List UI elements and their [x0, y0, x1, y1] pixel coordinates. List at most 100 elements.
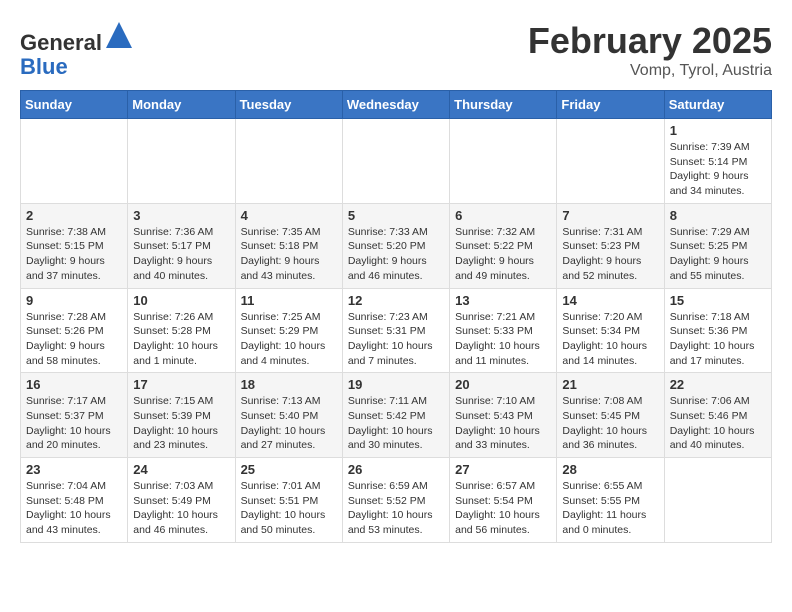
day-info: Sunrise: 7:17 AM Sunset: 5:37 PM Dayligh… — [26, 394, 122, 453]
day-info: Sunrise: 7:33 AM Sunset: 5:20 PM Dayligh… — [348, 225, 444, 284]
location-text: Vomp, Tyrol, Austria — [528, 62, 772, 80]
day-info: Sunrise: 7:11 AM Sunset: 5:42 PM Dayligh… — [348, 394, 444, 453]
calendar-cell — [450, 119, 557, 204]
calendar-cell — [342, 119, 449, 204]
day-info: Sunrise: 7:32 AM Sunset: 5:22 PM Dayligh… — [455, 225, 551, 284]
day-number: 20 — [455, 377, 551, 392]
calendar-cell: 7Sunrise: 7:31 AM Sunset: 5:23 PM Daylig… — [557, 203, 664, 288]
day-info: Sunrise: 7:28 AM Sunset: 5:26 PM Dayligh… — [26, 310, 122, 369]
calendar-cell — [557, 119, 664, 204]
month-title: February 2025 — [528, 20, 772, 62]
calendar-cell: 23 Sunrise: 7:04 AM Sunset: 5:48 PM Dayli… — [21, 458, 128, 543]
day-number: 27 — [455, 462, 551, 477]
day-number: 3 — [133, 208, 229, 223]
calendar-cell: 1Sunrise: 7:39 AM Sunset: 5:14 PM Daylig… — [664, 119, 771, 204]
day-number: 22 — [670, 377, 766, 392]
calendar-cell: 5 Sunrise: 7:33 AM Sunset: 5:20 PM Daylig… — [342, 203, 449, 288]
day-number: 12 — [348, 293, 444, 308]
day-number: 2 — [26, 208, 122, 223]
day-number: 23 — [26, 462, 122, 477]
day-number: 17 — [133, 377, 229, 392]
day-number: 8 — [670, 208, 766, 223]
calendar-cell: 18 Sunrise: 7:13 AM Sunset: 5:40 PM Dayli… — [235, 373, 342, 458]
day-number: 28 — [562, 462, 658, 477]
day-info: Sunrise: 7:03 AM Sunset: 5:49 PM Dayligh… — [133, 479, 229, 538]
logo: General Blue — [20, 20, 134, 79]
calendar-cell: 19Sunrise: 7:11 AM Sunset: 5:42 PM Dayli… — [342, 373, 449, 458]
calendar-cell: 2 Sunrise: 7:38 AM Sunset: 5:15 PM Daylig… — [21, 203, 128, 288]
day-info: Sunrise: 7:29 AM Sunset: 5:25 PM Dayligh… — [670, 225, 766, 284]
calendar-week-row: 9 Sunrise: 7:28 AM Sunset: 5:26 PM Daylig… — [21, 288, 772, 373]
calendar-cell: 11 Sunrise: 7:25 AM Sunset: 5:29 PM Dayli… — [235, 288, 342, 373]
day-info: Sunrise: 7:38 AM Sunset: 5:15 PM Dayligh… — [26, 225, 122, 284]
calendar-cell: 20 Sunrise: 7:10 AM Sunset: 5:43 PM Dayli… — [450, 373, 557, 458]
calendar-cell: 14Sunrise: 7:20 AM Sunset: 5:34 PM Dayli… — [557, 288, 664, 373]
title-block: February 2025 Vomp, Tyrol, Austria — [528, 20, 772, 80]
day-info: Sunrise: 7:01 AM Sunset: 5:51 PM Dayligh… — [241, 479, 337, 538]
day-info: Sunrise: 7:18 AM Sunset: 5:36 PM Dayligh… — [670, 310, 766, 369]
page-header: General Blue February 2025 Vomp, Tyrol, … — [20, 20, 772, 80]
day-info: Sunrise: 7:39 AM Sunset: 5:14 PM Dayligh… — [670, 140, 766, 199]
day-number: 26 — [348, 462, 444, 477]
day-number: 5 — [348, 208, 444, 223]
day-number: 13 — [455, 293, 551, 308]
calendar-week-row: 1Sunrise: 7:39 AM Sunset: 5:14 PM Daylig… — [21, 119, 772, 204]
calendar-header-saturday: Saturday — [664, 91, 771, 119]
calendar-header-tuesday: Tuesday — [235, 91, 342, 119]
day-number: 21 — [562, 377, 658, 392]
calendar-header-row: SundayMondayTuesdayWednesdayThursdayFrid… — [21, 91, 772, 119]
calendar-cell: 6 Sunrise: 7:32 AM Sunset: 5:22 PM Daylig… — [450, 203, 557, 288]
day-info: Sunrise: 7:31 AM Sunset: 5:23 PM Dayligh… — [562, 225, 658, 284]
calendar-cell: 10Sunrise: 7:26 AM Sunset: 5:28 PM Dayli… — [128, 288, 235, 373]
calendar-cell: 26Sunrise: 6:59 AM Sunset: 5:52 PM Dayli… — [342, 458, 449, 543]
calendar-cell: 13 Sunrise: 7:21 AM Sunset: 5:33 PM Dayli… — [450, 288, 557, 373]
logo-icon — [104, 20, 134, 50]
day-number: 11 — [241, 293, 337, 308]
day-info: Sunrise: 7:21 AM Sunset: 5:33 PM Dayligh… — [455, 310, 551, 369]
calendar-cell — [128, 119, 235, 204]
calendar-cell: 21 Sunrise: 7:08 AM Sunset: 5:45 PM Dayli… — [557, 373, 664, 458]
calendar-cell: 15 Sunrise: 7:18 AM Sunset: 5:36 PM Dayli… — [664, 288, 771, 373]
calendar-cell: 3 Sunrise: 7:36 AM Sunset: 5:17 PM Daylig… — [128, 203, 235, 288]
day-number: 16 — [26, 377, 122, 392]
day-info: Sunrise: 7:15 AM Sunset: 5:39 PM Dayligh… — [133, 394, 229, 453]
day-info: Sunrise: 6:57 AM Sunset: 5:54 PM Dayligh… — [455, 479, 551, 538]
day-info: Sunrise: 7:13 AM Sunset: 5:40 PM Dayligh… — [241, 394, 337, 453]
day-info: Sunrise: 7:36 AM Sunset: 5:17 PM Dayligh… — [133, 225, 229, 284]
day-number: 4 — [241, 208, 337, 223]
calendar-cell: 4 Sunrise: 7:35 AM Sunset: 5:18 PM Daylig… — [235, 203, 342, 288]
calendar-header-monday: Monday — [128, 91, 235, 119]
calendar-header-friday: Friday — [557, 91, 664, 119]
day-info: Sunrise: 7:35 AM Sunset: 5:18 PM Dayligh… — [241, 225, 337, 284]
calendar-cell: 22 Sunrise: 7:06 AM Sunset: 5:46 PM Dayli… — [664, 373, 771, 458]
day-number: 18 — [241, 377, 337, 392]
day-info: Sunrise: 7:06 AM Sunset: 5:46 PM Dayligh… — [670, 394, 766, 453]
calendar-cell: 24Sunrise: 7:03 AM Sunset: 5:49 PM Dayli… — [128, 458, 235, 543]
calendar-cell: 16 Sunrise: 7:17 AM Sunset: 5:37 PM Dayli… — [21, 373, 128, 458]
day-info: Sunrise: 7:08 AM Sunset: 5:45 PM Dayligh… — [562, 394, 658, 453]
calendar-cell: 8 Sunrise: 7:29 AM Sunset: 5:25 PM Daylig… — [664, 203, 771, 288]
day-info: Sunrise: 7:23 AM Sunset: 5:31 PM Dayligh… — [348, 310, 444, 369]
calendar-header-wednesday: Wednesday — [342, 91, 449, 119]
day-info: Sunrise: 7:10 AM Sunset: 5:43 PM Dayligh… — [455, 394, 551, 453]
calendar-cell: 25Sunrise: 7:01 AM Sunset: 5:51 PM Dayli… — [235, 458, 342, 543]
calendar-cell: 17 Sunrise: 7:15 AM Sunset: 5:39 PM Dayli… — [128, 373, 235, 458]
calendar-cell: 12 Sunrise: 7:23 AM Sunset: 5:31 PM Dayli… — [342, 288, 449, 373]
day-info: Sunrise: 6:55 AM Sunset: 5:55 PM Dayligh… — [562, 479, 658, 538]
calendar-header-sunday: Sunday — [21, 91, 128, 119]
day-number: 15 — [670, 293, 766, 308]
calendar-cell — [21, 119, 128, 204]
day-number: 6 — [455, 208, 551, 223]
day-info: Sunrise: 7:04 AM Sunset: 5:48 PM Dayligh… — [26, 479, 122, 538]
calendar-cell: 9 Sunrise: 7:28 AM Sunset: 5:26 PM Daylig… — [21, 288, 128, 373]
calendar-cell — [664, 458, 771, 543]
calendar-cell: 27 Sunrise: 6:57 AM Sunset: 5:54 PM Dayli… — [450, 458, 557, 543]
day-info: Sunrise: 7:25 AM Sunset: 5:29 PM Dayligh… — [241, 310, 337, 369]
calendar-header-thursday: Thursday — [450, 91, 557, 119]
day-info: Sunrise: 7:20 AM Sunset: 5:34 PM Dayligh… — [562, 310, 658, 369]
calendar-cell: 28 Sunrise: 6:55 AM Sunset: 5:55 PM Dayli… — [557, 458, 664, 543]
day-number: 9 — [26, 293, 122, 308]
day-number: 10 — [133, 293, 229, 308]
calendar-week-row: 23 Sunrise: 7:04 AM Sunset: 5:48 PM Dayli… — [21, 458, 772, 543]
logo-general-text: General — [20, 30, 102, 55]
